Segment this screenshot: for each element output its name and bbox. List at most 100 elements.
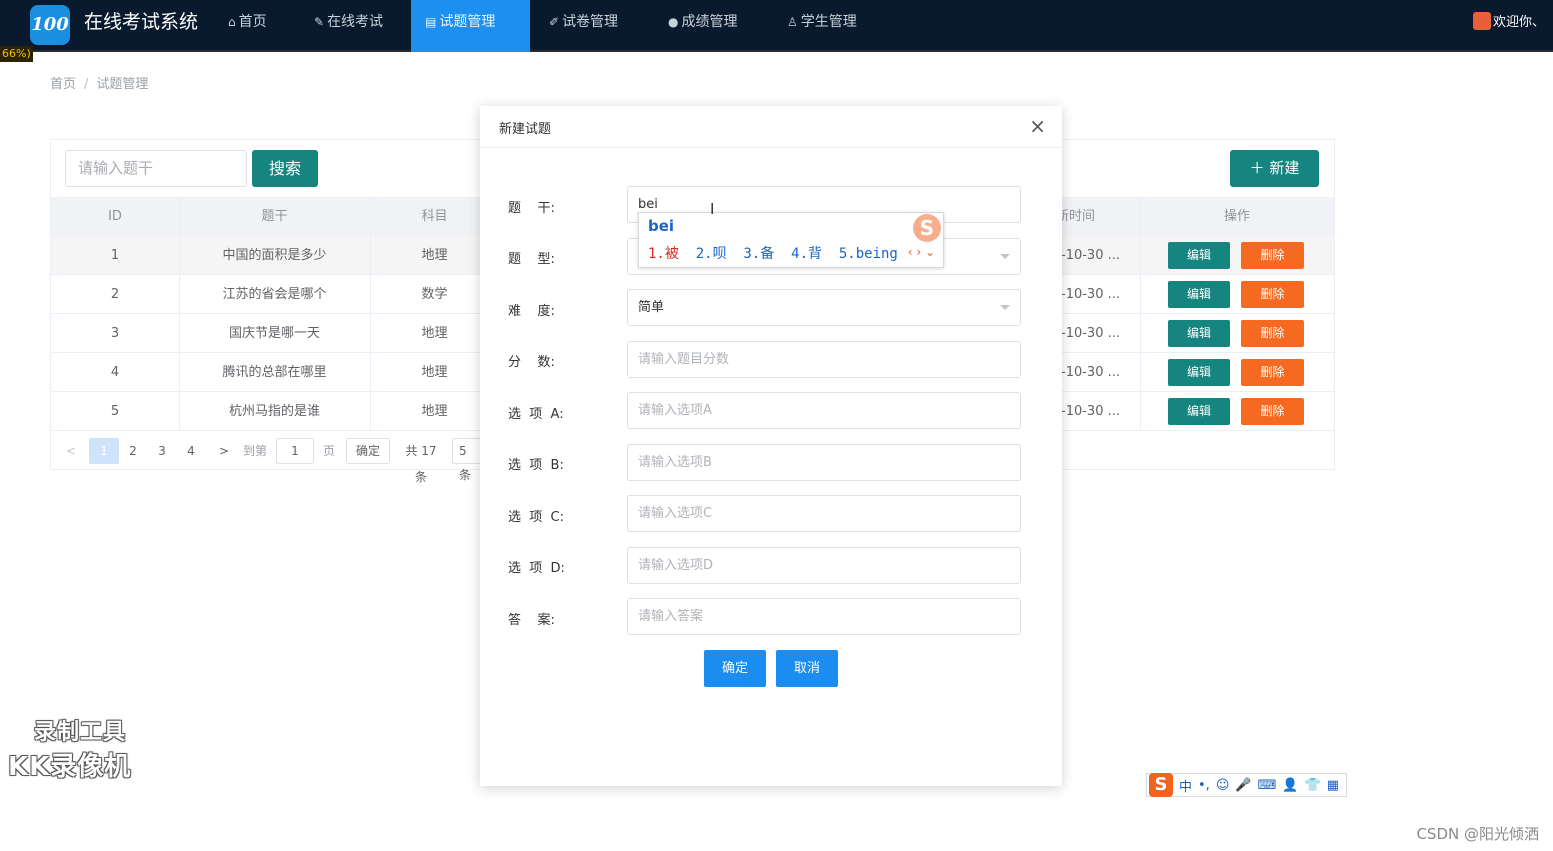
cell-stem: 杭州马指的是谁 <box>228 404 320 419</box>
ime-candidate-first[interactable]: 1.被 <box>648 246 679 262</box>
home-icon: ⌂ <box>228 15 236 29</box>
option-c-input[interactable]: 请输入选项C <box>627 495 1021 532</box>
microphone-icon[interactable]: 🎤 <box>1235 778 1251 793</box>
option-a-input[interactable]: 请输入选项A <box>627 392 1021 429</box>
cell-stem: 国庆节是哪一天 <box>228 326 320 341</box>
delete-button[interactable]: 删除 <box>1241 398 1304 425</box>
sogou-icon[interactable]: S <box>1149 773 1173 797</box>
user-icon[interactable]: 👤 <box>1282 778 1298 793</box>
column-header-time[interactable]: 新时间 <box>1056 197 1116 236</box>
label-option-c: 选 项 C: <box>508 510 564 525</box>
goto-label: 到第 <box>242 444 267 458</box>
toolbox-icon[interactable]: ▦ <box>1327 778 1339 793</box>
nav-item-label: 试题管理 <box>439 14 496 30</box>
delete-button[interactable]: 删除 <box>1241 242 1304 269</box>
prev-page-button[interactable]: < <box>62 438 80 464</box>
csdn-watermark: CSDN @阳光倾洒 <box>1416 825 1539 843</box>
edit-button[interactable]: 编辑 <box>1168 398 1230 425</box>
score-input[interactable]: 请输入题目分数 <box>627 341 1021 378</box>
delete-button[interactable]: 删除 <box>1241 281 1304 308</box>
label-difficulty: 难 度: <box>508 304 555 319</box>
ime-toolbar: S 中 •, ☺ 🎤 ⌨ 👤 👕 ▦ <box>1146 773 1347 797</box>
label-type: 题 型: <box>508 252 555 267</box>
nav-item-label: 学生管理 <box>800 14 857 30</box>
breadcrumb: 首页 / 试题管理 <box>50 73 148 92</box>
nav-item-online-exam[interactable]: ✎ 在线考试 <box>300 0 397 52</box>
delete-button[interactable]: 删除 <box>1241 320 1304 347</box>
next-page-button[interactable]: > <box>215 438 233 464</box>
keyboard-icon[interactable]: ⌨ <box>1258 778 1277 793</box>
label-option-b: 选 项 B: <box>508 458 564 473</box>
difficulty-select[interactable]: 简单 <box>627 289 1021 326</box>
nav-item-paper-management[interactable]: ✐ 试卷管理 <box>535 0 632 52</box>
search-input[interactable]: 请输入题干 <box>65 150 247 187</box>
page-button-3[interactable]: 3 <box>153 438 171 464</box>
edit-button[interactable]: 编辑 <box>1168 359 1230 386</box>
cell-time: -10-30 ... <box>1061 365 1120 380</box>
breadcrumb-separator: / <box>84 77 89 92</box>
cell-stem: 腾讯的总部在哪里 <box>222 365 327 380</box>
cell-time: -10-30 ... <box>1061 404 1120 419</box>
skin-icon[interactable]: 👕 <box>1305 778 1321 793</box>
option-b-input[interactable]: 请输入选项B <box>627 444 1021 481</box>
close-icon[interactable]: × <box>1029 114 1046 138</box>
edit-button[interactable]: 编辑 <box>1168 320 1230 347</box>
delete-button[interactable]: 删除 <box>1241 359 1304 386</box>
search-button[interactable]: 搜索 <box>252 150 318 187</box>
chinese-mode-icon[interactable]: 中 <box>1179 776 1192 795</box>
nav-item-question-management[interactable]: ▤ 试题管理 <box>411 0 530 52</box>
cell-id: 5 <box>110 404 120 419</box>
page-button-2[interactable]: 2 <box>124 438 142 464</box>
ime-candidates[interactable]: 1.被 2.呗 3.备 4.背 5.being <box>648 243 898 263</box>
sogou-logo-icon: S <box>913 214 941 242</box>
edit-button[interactable]: 编辑 <box>1168 281 1230 308</box>
confirm-button[interactable]: 确定 <box>704 650 766 687</box>
column-divider <box>179 197 180 431</box>
answer-input[interactable]: 请输入答案 <box>627 598 1021 635</box>
ime-composition: bei <box>648 217 675 235</box>
cell-time: -10-30 ... <box>1061 326 1120 341</box>
cell-stem: 中国的面积是多少 <box>222 248 327 263</box>
punctuation-icon[interactable]: •, <box>1198 778 1210 793</box>
total-count: 共 17 条 <box>405 444 437 484</box>
app-logo[interactable]: 100 <box>30 5 70 45</box>
goto-page-input[interactable]: 1 <box>276 438 314 464</box>
nav-item-label: 首页 <box>238 14 267 30</box>
breadcrumb-home[interactable]: 首页 <box>50 77 76 92</box>
user-icon: ♙ <box>787 15 798 29</box>
label-score: 分 数: <box>508 355 555 370</box>
column-divider <box>370 197 371 431</box>
ime-candidate-rest[interactable]: 2.呗 3.备 4.背 5.being <box>679 246 898 262</box>
zoom-badge: 66%) <box>0 46 33 62</box>
option-d-input[interactable]: 请输入选项D <box>627 547 1021 584</box>
page-button-4[interactable]: 4 <box>182 438 200 464</box>
cell-time: -10-30 ... <box>1061 287 1120 302</box>
cancel-button[interactable]: 取消 <box>776 650 838 687</box>
user-menu[interactable]: 欢迎你、 <box>1472 11 1545 30</box>
cell-time: -10-30 ... <box>1061 248 1120 263</box>
emoji-icon[interactable]: ☺ <box>1216 778 1230 793</box>
edit-button[interactable]: 编辑 <box>1168 242 1230 269</box>
chevron-down-icon <box>1000 254 1010 259</box>
column-header-id[interactable]: ID <box>51 197 179 236</box>
nav-item-student-management[interactable]: ♙ 学生管理 <box>773 0 871 52</box>
cell-stem: 江苏的省会是哪个 <box>222 287 327 302</box>
cell-id: 1 <box>110 248 120 263</box>
new-question-button[interactable]: ＋ 新建 <box>1230 150 1319 187</box>
column-header-stem[interactable]: 题干 <box>179 197 370 236</box>
recorder-watermark: 录制工具 KK录像机 <box>8 714 131 783</box>
page-size-select[interactable]: 5 条 <box>452 438 482 482</box>
nav-item-home[interactable]: ⌂ 首页 <box>214 0 281 52</box>
pencil-icon: ✐ <box>549 15 560 29</box>
edit-icon: ✎ <box>314 15 325 29</box>
ime-candidate-popup: bei 1.被 2.呗 3.备 4.背 5.being S ‹ › ⌄ <box>638 212 944 268</box>
avatar <box>1472 11 1491 30</box>
label-answer: 答 案: <box>508 613 555 628</box>
text-cursor-icon: I <box>710 200 715 218</box>
nav-item-label: 试卷管理 <box>562 14 619 30</box>
nav-item-score-management[interactable]: ● 成绩管理 <box>654 0 751 52</box>
ime-page-nav[interactable]: ‹ › ⌄ <box>908 245 935 259</box>
page-button-1[interactable]: 1 <box>89 438 119 464</box>
goto-confirm-button[interactable]: 确定 <box>346 438 390 464</box>
column-divider <box>1140 197 1141 431</box>
